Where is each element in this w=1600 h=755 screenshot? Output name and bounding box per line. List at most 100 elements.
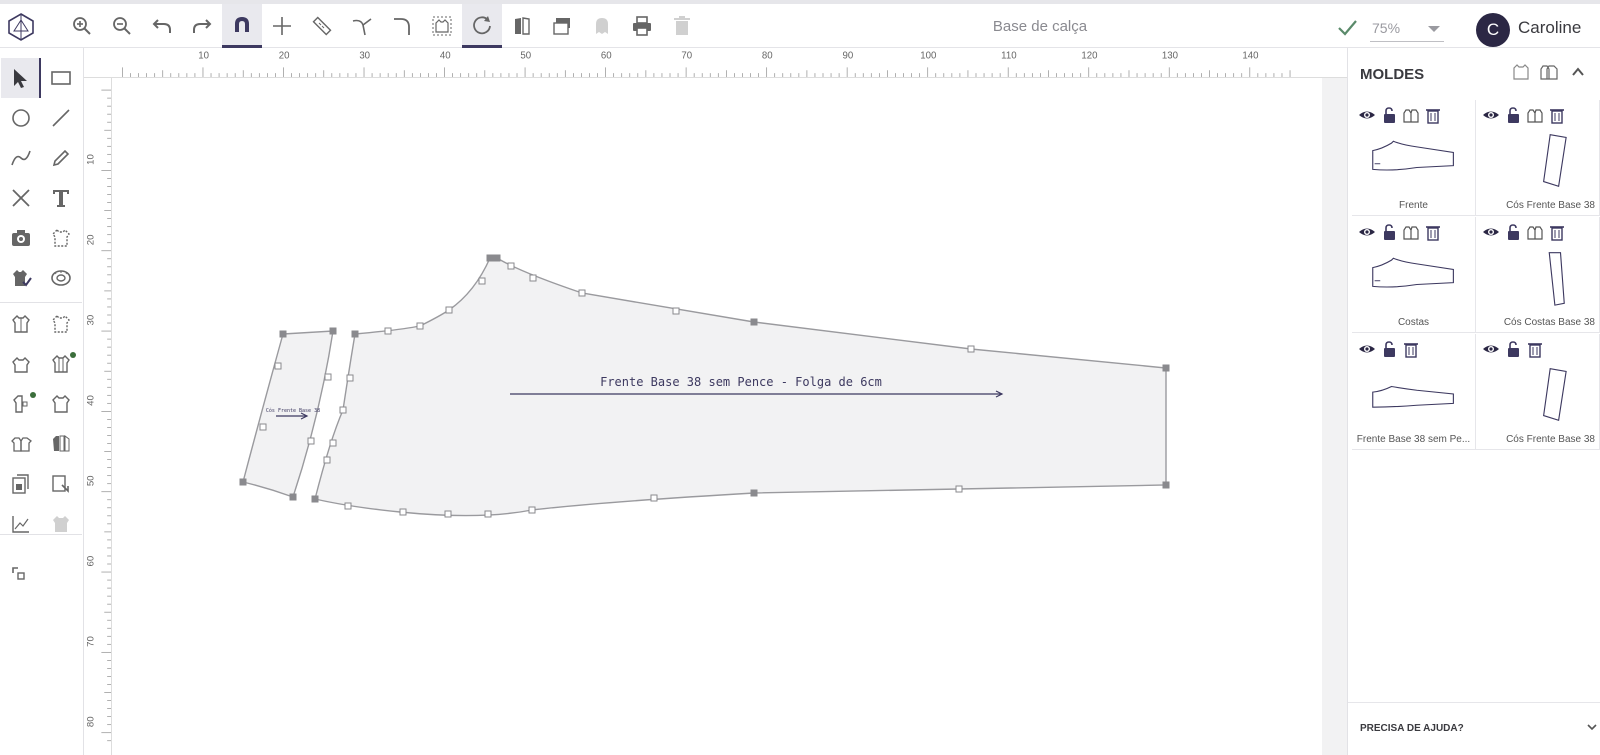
zoom-in-button[interactable] [62,4,102,48]
geodesic-logo-icon[interactable] [6,12,36,42]
pattern-card[interactable]: Cós Frente Base 38 [1476,334,1600,450]
refresh-button[interactable] [462,4,502,48]
eye-icon[interactable] [1482,223,1500,241]
pattern-card[interactable]: Frente Base 38 sem Pe... [1352,334,1476,450]
eye-icon[interactable] [1358,106,1376,124]
tool-shirt-alt[interactable] [41,384,81,424]
trash-icon[interactable] [1526,340,1544,358]
curve-control-point[interactable] [578,289,586,297]
tool-half-shirt[interactable] [1,384,41,424]
zoom-out-button[interactable] [102,4,142,48]
trash-icon[interactable] [1424,106,1442,124]
mirror-piece-button[interactable] [502,4,542,48]
curve-control-point[interactable] [344,502,352,510]
shirt-outline-icon[interactable] [1511,62,1531,82]
pattern-card[interactable]: Cós Frente Base 38 [1476,100,1600,216]
tool-line[interactable] [41,98,81,138]
unlock-icon[interactable] [1504,340,1522,358]
crosshair-button[interactable] [262,4,302,48]
corner-curve-button[interactable] [382,4,422,48]
eye-icon[interactable] [1482,106,1500,124]
tool-curve[interactable] [1,138,41,178]
curve-split-button[interactable] [342,4,382,48]
tool-shirt-dot[interactable] [41,304,81,344]
trash-icon[interactable] [1548,106,1566,124]
curve-control-point[interactable] [323,456,331,464]
tool-pointer[interactable] [1,58,41,98]
corner-control-point[interactable] [289,493,297,501]
curve-control-point[interactable] [399,508,407,516]
unlock-icon[interactable] [1380,340,1398,358]
curve-control-point[interactable] [529,274,537,282]
unlock-icon[interactable] [1504,223,1522,241]
curve-control-point[interactable] [416,322,424,330]
curve-control-point[interactable] [444,510,452,518]
tool-doc-copy[interactable] [1,464,41,504]
print-button[interactable] [622,4,662,48]
curve-control-point[interactable] [507,262,515,270]
curve-control-point[interactable] [528,506,536,514]
help-section[interactable]: PRECISA DE AJUDA? [1348,702,1600,755]
curve-control-point[interactable] [384,327,392,335]
ruler-button[interactable] [302,4,342,48]
curve-control-point[interactable] [478,277,486,285]
tool-tape-measure[interactable] [41,258,81,298]
shirts-icon[interactable] [1402,106,1420,124]
curve-control-point[interactable] [259,423,267,431]
curve-control-point[interactable] [274,362,282,370]
user-name[interactable]: Caroline [1518,18,1581,38]
eye-icon[interactable] [1482,340,1500,358]
curve-control-point[interactable] [339,406,347,414]
shirts-icon[interactable] [1526,106,1544,124]
curve-control-point[interactable] [329,439,337,447]
tool-shirt-outline[interactable] [41,218,81,258]
curve-control-point[interactable] [307,437,315,445]
trash-button[interactable] [662,4,702,48]
curve-control-point[interactable] [650,494,658,502]
corner-control-point[interactable] [311,495,319,503]
tool-shirt-faded[interactable] [41,504,81,544]
tool-scan[interactable] [1,556,41,596]
curve-control-point[interactable] [324,373,332,381]
pattern-card[interactable]: Frente [1352,100,1476,216]
tool-camera[interactable] [1,218,41,258]
magnet-button[interactable] [222,4,262,48]
shirt-multi-icon[interactable] [1539,62,1559,82]
shirts-icon[interactable] [1526,223,1544,241]
tool-circle[interactable] [1,98,41,138]
corner-control-point[interactable] [329,327,337,335]
tool-doc-link[interactable] [41,464,81,504]
waistband-piece[interactable] [242,330,334,498]
eye-icon[interactable] [1358,223,1376,241]
curve-control-point[interactable] [484,510,492,518]
ghost-button[interactable] [582,4,622,48]
corner-control-point[interactable] [351,330,359,338]
tool-cross[interactable] [1,178,41,218]
tool-shirt-check[interactable] [1,258,41,298]
corner-control-point[interactable] [486,254,494,262]
tool-pencil[interactable] [41,138,81,178]
trash-icon[interactable] [1424,223,1442,241]
pattern-card[interactable]: Cós Costas Base 38 [1476,217,1600,333]
corner-control-point[interactable] [493,254,501,262]
check-icon[interactable] [1336,16,1358,38]
vertical-scrollbar[interactable] [1322,78,1347,755]
tool-shirt-multi[interactable] [1,424,41,464]
trash-icon[interactable] [1548,223,1566,241]
curve-control-point[interactable] [967,345,975,353]
corner-control-point[interactable] [750,318,758,326]
tool-rectangle[interactable] [41,58,81,98]
redo-button[interactable] [182,4,222,48]
trash-icon[interactable] [1402,340,1420,358]
tool-shirt-group[interactable] [41,424,81,464]
tool-text[interactable] [41,178,81,218]
curve-control-point[interactable] [672,307,680,315]
corner-control-point[interactable] [1162,481,1170,489]
corner-control-point[interactable] [239,478,247,486]
stack-button[interactable] [542,4,582,48]
canvas-area[interactable]: 10 20 30 40 50 60 70 80 90 100 110 120 130 140 10 20 30… [84,48,1347,755]
corner-control-point[interactable] [750,489,758,497]
tool-shirt-back[interactable] [41,344,81,384]
pattern-card[interactable]: Costas [1352,217,1476,333]
shirts-icon[interactable] [1402,223,1420,241]
